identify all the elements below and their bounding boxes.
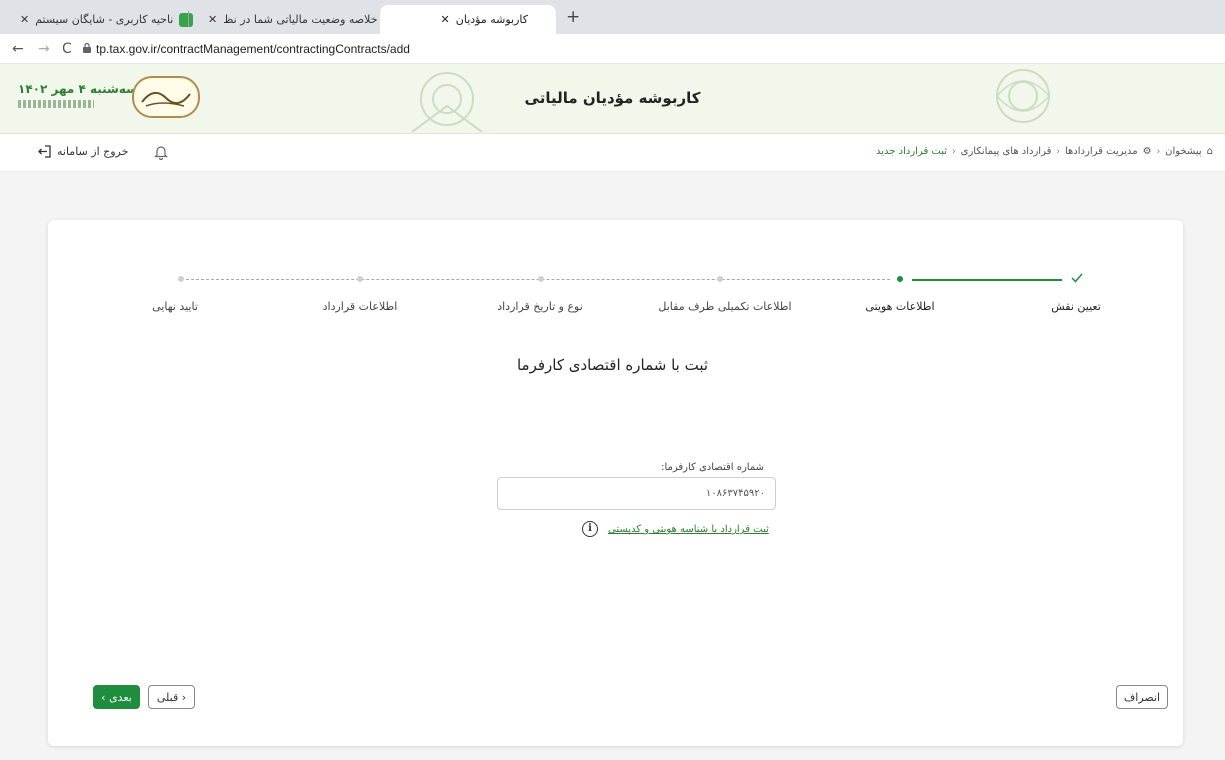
tab-title: ناحیه کاربری - شایگان سیستم xyxy=(35,13,174,26)
breadcrumb-item-contracting-contracts[interactable]: قرارداد های پیمانکاری xyxy=(961,146,1052,157)
breadcrumb-item-dashboard[interactable]: پیشخوان xyxy=(1165,146,1201,157)
breadcrumb-separator-icon: ‹ xyxy=(1156,146,1161,157)
step-dot-pending xyxy=(717,276,723,282)
browser-tab-karpooshe[interactable]: کاربوشه مؤدیان ✕ xyxy=(380,5,556,34)
logout-label: خروج از سامانه xyxy=(57,145,129,158)
page-toolbar: ⌂ پیشخوان ‹ ⚙ مدیریت قراردادها ‹ قرارداد… xyxy=(0,134,1225,172)
slogan-logo xyxy=(132,76,200,118)
next-button[interactable]: بعدی › xyxy=(93,685,140,709)
step-label-counterparty: اطلاعات تکمیلی طرف مقابل xyxy=(658,300,792,313)
logout-button[interactable]: خروج از سامانه xyxy=(38,145,128,158)
breadcrumb: ⌂ پیشخوان ‹ ⚙ مدیریت قراردادها ‹ قرارداد… xyxy=(876,146,1213,157)
date-label: سه‌شنبه ۴ مهر ۱۴۰۲ xyxy=(18,82,138,96)
slogan-calligraphy-icon xyxy=(141,91,191,107)
step-dot-pending xyxy=(357,276,363,282)
date-subtext-decoration xyxy=(18,100,94,108)
new-tab-icon[interactable]: + xyxy=(566,7,580,27)
register-by-identity-link[interactable]: ثبت قرارداد با شناسه هویتی و کدپستی xyxy=(608,524,769,535)
step-label-contract-info: اطلاعات قرارداد xyxy=(322,300,398,313)
home-icon[interactable]: ⌂ xyxy=(1207,146,1213,157)
close-tab-icon[interactable]: ✕ xyxy=(441,13,450,26)
logout-icon xyxy=(38,145,51,158)
step-dot-current xyxy=(897,276,903,282)
bell-icon[interactable] xyxy=(154,144,168,160)
browser-tab-strip: ناحیه کاربری - شایگان سیستم ✕ خلاصه وضعی… xyxy=(0,0,1225,34)
site-header: کاربوشه مؤدیان مالیاتی سه‌شنبه ۴ مهر ۱۴۰… xyxy=(0,64,1225,134)
address-bar: ← → C tp.tax.gov.ir/contractManagement/c… xyxy=(0,34,1225,64)
breadcrumb-item-contract-management[interactable]: مدیریت قراردادها xyxy=(1065,146,1138,157)
close-tab-icon[interactable]: ✕ xyxy=(20,13,29,26)
breadcrumb-separator-icon: ‹ xyxy=(1056,146,1060,157)
step-label-role: تعیین نقش xyxy=(1051,300,1101,313)
back-icon[interactable]: ← xyxy=(12,41,24,57)
browser-tab-user-area[interactable]: ناحیه کاربری - شایگان سیستم ✕ xyxy=(8,5,201,34)
shayegan-favicon-icon xyxy=(179,12,194,27)
info-icon[interactable]: i xyxy=(582,521,598,537)
tab-title: خلاصه وضعیت مالیاتی شما در نظ xyxy=(223,13,378,26)
employer-economic-code-input[interactable] xyxy=(497,477,776,510)
forward-icon[interactable]: → xyxy=(38,41,50,57)
step-connector-done xyxy=(912,279,1062,281)
reload-icon[interactable]: C xyxy=(62,41,72,57)
step-label-contract-type-date: نوع و تاریخ قرارداد xyxy=(497,300,583,313)
step-label-identity: اطلاعات هویتی xyxy=(865,300,935,313)
browser-tab-tax-summary[interactable]: خلاصه وضعیت مالیاتی شما در نظ ✕ xyxy=(196,5,406,34)
breadcrumb-separator-icon: ‹ xyxy=(952,146,956,157)
tab-separator xyxy=(188,11,189,27)
form-title: ثبت با شماره اقتصادی کارفرما xyxy=(516,356,709,374)
step-label-final-confirm: تایید نهایی xyxy=(152,300,198,313)
breadcrumb-item-new-contract: ثبت قرارداد جدید xyxy=(876,146,948,157)
step-complete-check-icon xyxy=(1071,273,1083,283)
lock-icon xyxy=(83,43,91,53)
url-field[interactable]: tp.tax.gov.ir/contractManagement/contrac… xyxy=(96,42,410,56)
step-dot-pending xyxy=(538,276,544,282)
tab-title: کاربوشه مؤدیان xyxy=(455,13,528,26)
contract-management-icon: ⚙ xyxy=(1142,146,1152,157)
employer-economic-code-label: شماره اقتصادی کارفرما: xyxy=(661,462,764,473)
step-dot-pending xyxy=(178,276,184,282)
close-tab-icon[interactable]: ✕ xyxy=(208,13,217,26)
cancel-button[interactable]: انصراف xyxy=(1116,685,1168,709)
previous-button[interactable]: ‹ قبلی xyxy=(148,685,195,709)
